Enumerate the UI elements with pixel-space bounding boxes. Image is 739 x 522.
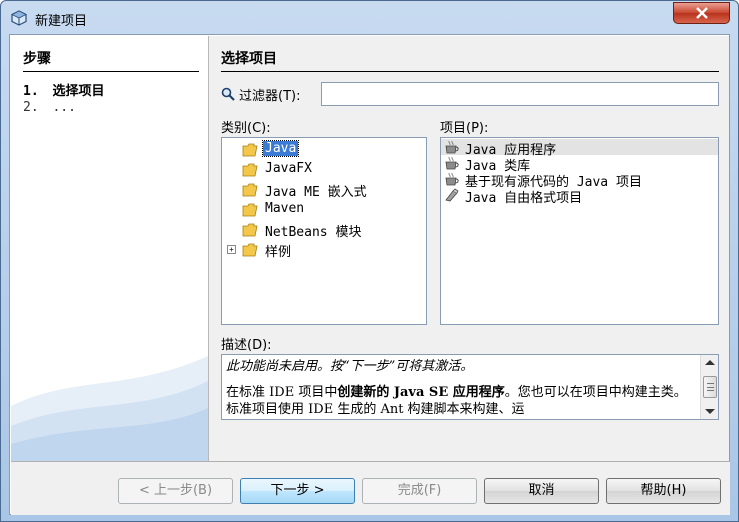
tree-item-label: Maven	[265, 201, 305, 216]
categories-tree[interactable]: Java JavaFX Java ME 嵌入式 Maven NetBeans 模…	[221, 137, 427, 325]
project-item-java-library[interactable]: Java 类库	[441, 155, 718, 174]
folder-icon	[242, 243, 258, 257]
filter-label: 过滤器(T):	[239, 89, 301, 104]
tree-item-netbeans-modules[interactable]: NetBeans 模块	[222, 220, 426, 240]
steps-title: 步骤	[23, 48, 199, 72]
tree-item-label: JavaFX	[265, 161, 312, 176]
main-panel: 选择项目 过滤器(T): 类别(C): Java JavaFX Java ME …	[209, 36, 729, 461]
description-note: 此功能尚未启用。按“下一步”可将其激活。	[226, 359, 474, 374]
description-scrollbar[interactable]	[700, 355, 718, 419]
step-label: 选择项目	[52, 84, 105, 99]
netbeans-watermark-graphic	[11, 356, 208, 461]
project-item-freeform[interactable]: Java 自由格式项目	[441, 187, 718, 206]
scroll-thumb[interactable]	[703, 376, 717, 398]
step-number: 2.	[23, 100, 39, 115]
freeform-project-icon	[445, 188, 459, 202]
dialog-window: 新建项目 步骤 1. 选择项目 2. ... 选择项目 过滤器(T): 类别(C…	[0, 0, 739, 522]
tree-item-javafx[interactable]: JavaFX	[222, 160, 426, 180]
close-icon	[695, 7, 708, 19]
cancel-button[interactable]: 取消	[484, 478, 599, 504]
description-text-a: 在标准 IDE 项目中	[226, 385, 338, 400]
button-bar: < 上一步(B) 下一步 > 完成(F) 取消 帮助(H)	[11, 462, 730, 515]
expand-plus-icon[interactable]	[227, 245, 236, 254]
title-bar[interactable]: 新建项目	[1, 1, 738, 35]
projects-list[interactable]: Java 应用程序 Java 类库 基于现有源代码的 Java 项目 Java …	[440, 137, 719, 325]
tree-item-java-me[interactable]: Java ME 嵌入式	[222, 180, 426, 200]
categories-label: 类别(C):	[221, 121, 271, 136]
filter-input[interactable]	[321, 82, 719, 106]
tree-item-label: 样例	[265, 245, 292, 260]
finish-button[interactable]: 完成(F)	[362, 478, 477, 504]
netbeans-app-icon	[11, 10, 27, 26]
coffee-cup-icon	[445, 156, 459, 170]
scroll-up-arrow-icon[interactable]	[705, 360, 715, 365]
description-paragraph: 在标准 IDE 项目中创建新的 Java SE 应用程序。您也可以在项目中构建主…	[226, 384, 696, 418]
coffee-cup-icon	[445, 172, 459, 186]
coffee-cup-icon	[445, 140, 459, 154]
page-title: 选择项目	[221, 48, 719, 72]
project-item-existing-sources[interactable]: 基于现有源代码的 Java 项目	[441, 171, 718, 190]
search-icon	[221, 87, 235, 101]
description-box[interactable]: 此功能尚未启用。按“下一步”可将其激活。 在标准 IDE 项目中创建新的 Jav…	[221, 354, 719, 420]
description-text: 此功能尚未启用。按“下一步”可将其激活。 在标准 IDE 项目中创建新的 Jav…	[226, 358, 696, 418]
help-button[interactable]: 帮助(H)	[606, 478, 721, 504]
step-item-2: 2. ...	[23, 100, 76, 115]
grip-icon	[707, 383, 714, 391]
step-item-1: 1. 选择项目	[23, 80, 105, 99]
tree-item-label: NetBeans 模块	[265, 225, 362, 240]
tree-item-samples[interactable]: 样例	[222, 240, 426, 260]
folder-icon	[242, 143, 258, 157]
project-item-label: Java 自由格式项目	[465, 191, 583, 206]
step-number: 1.	[23, 84, 39, 99]
tree-item-java[interactable]: Java	[222, 140, 426, 160]
folder-icon	[242, 163, 258, 177]
tree-item-maven[interactable]: Maven	[222, 200, 426, 220]
folder-icon	[242, 223, 258, 237]
dialog-client-area: 步骤 1. 选择项目 2. ... 选择项目 过滤器(T): 类别(C): Ja…	[9, 34, 730, 515]
next-button[interactable]: 下一步 >	[240, 478, 355, 504]
description-text-b: 创建新的 Java SE 应用程序	[337, 385, 505, 400]
projects-label: 项目(P):	[440, 121, 489, 136]
project-item-java-application[interactable]: Java 应用程序	[441, 139, 718, 158]
steps-panel: 步骤 1. 选择项目 2. ...	[11, 36, 208, 461]
description-label: 描述(D):	[221, 338, 272, 353]
window-title: 新建项目	[35, 14, 88, 29]
close-button[interactable]	[673, 2, 730, 24]
step-label: ...	[52, 100, 76, 115]
tree-item-label: Java ME 嵌入式	[265, 185, 367, 200]
scroll-down-arrow-icon[interactable]	[705, 409, 715, 414]
tree-item-label: Java	[261, 140, 300, 157]
folder-icon	[242, 183, 258, 197]
folder-icon	[242, 203, 258, 217]
filter-row: 过滤器(T):	[221, 82, 719, 106]
back-button[interactable]: < 上一步(B)	[118, 478, 233, 504]
